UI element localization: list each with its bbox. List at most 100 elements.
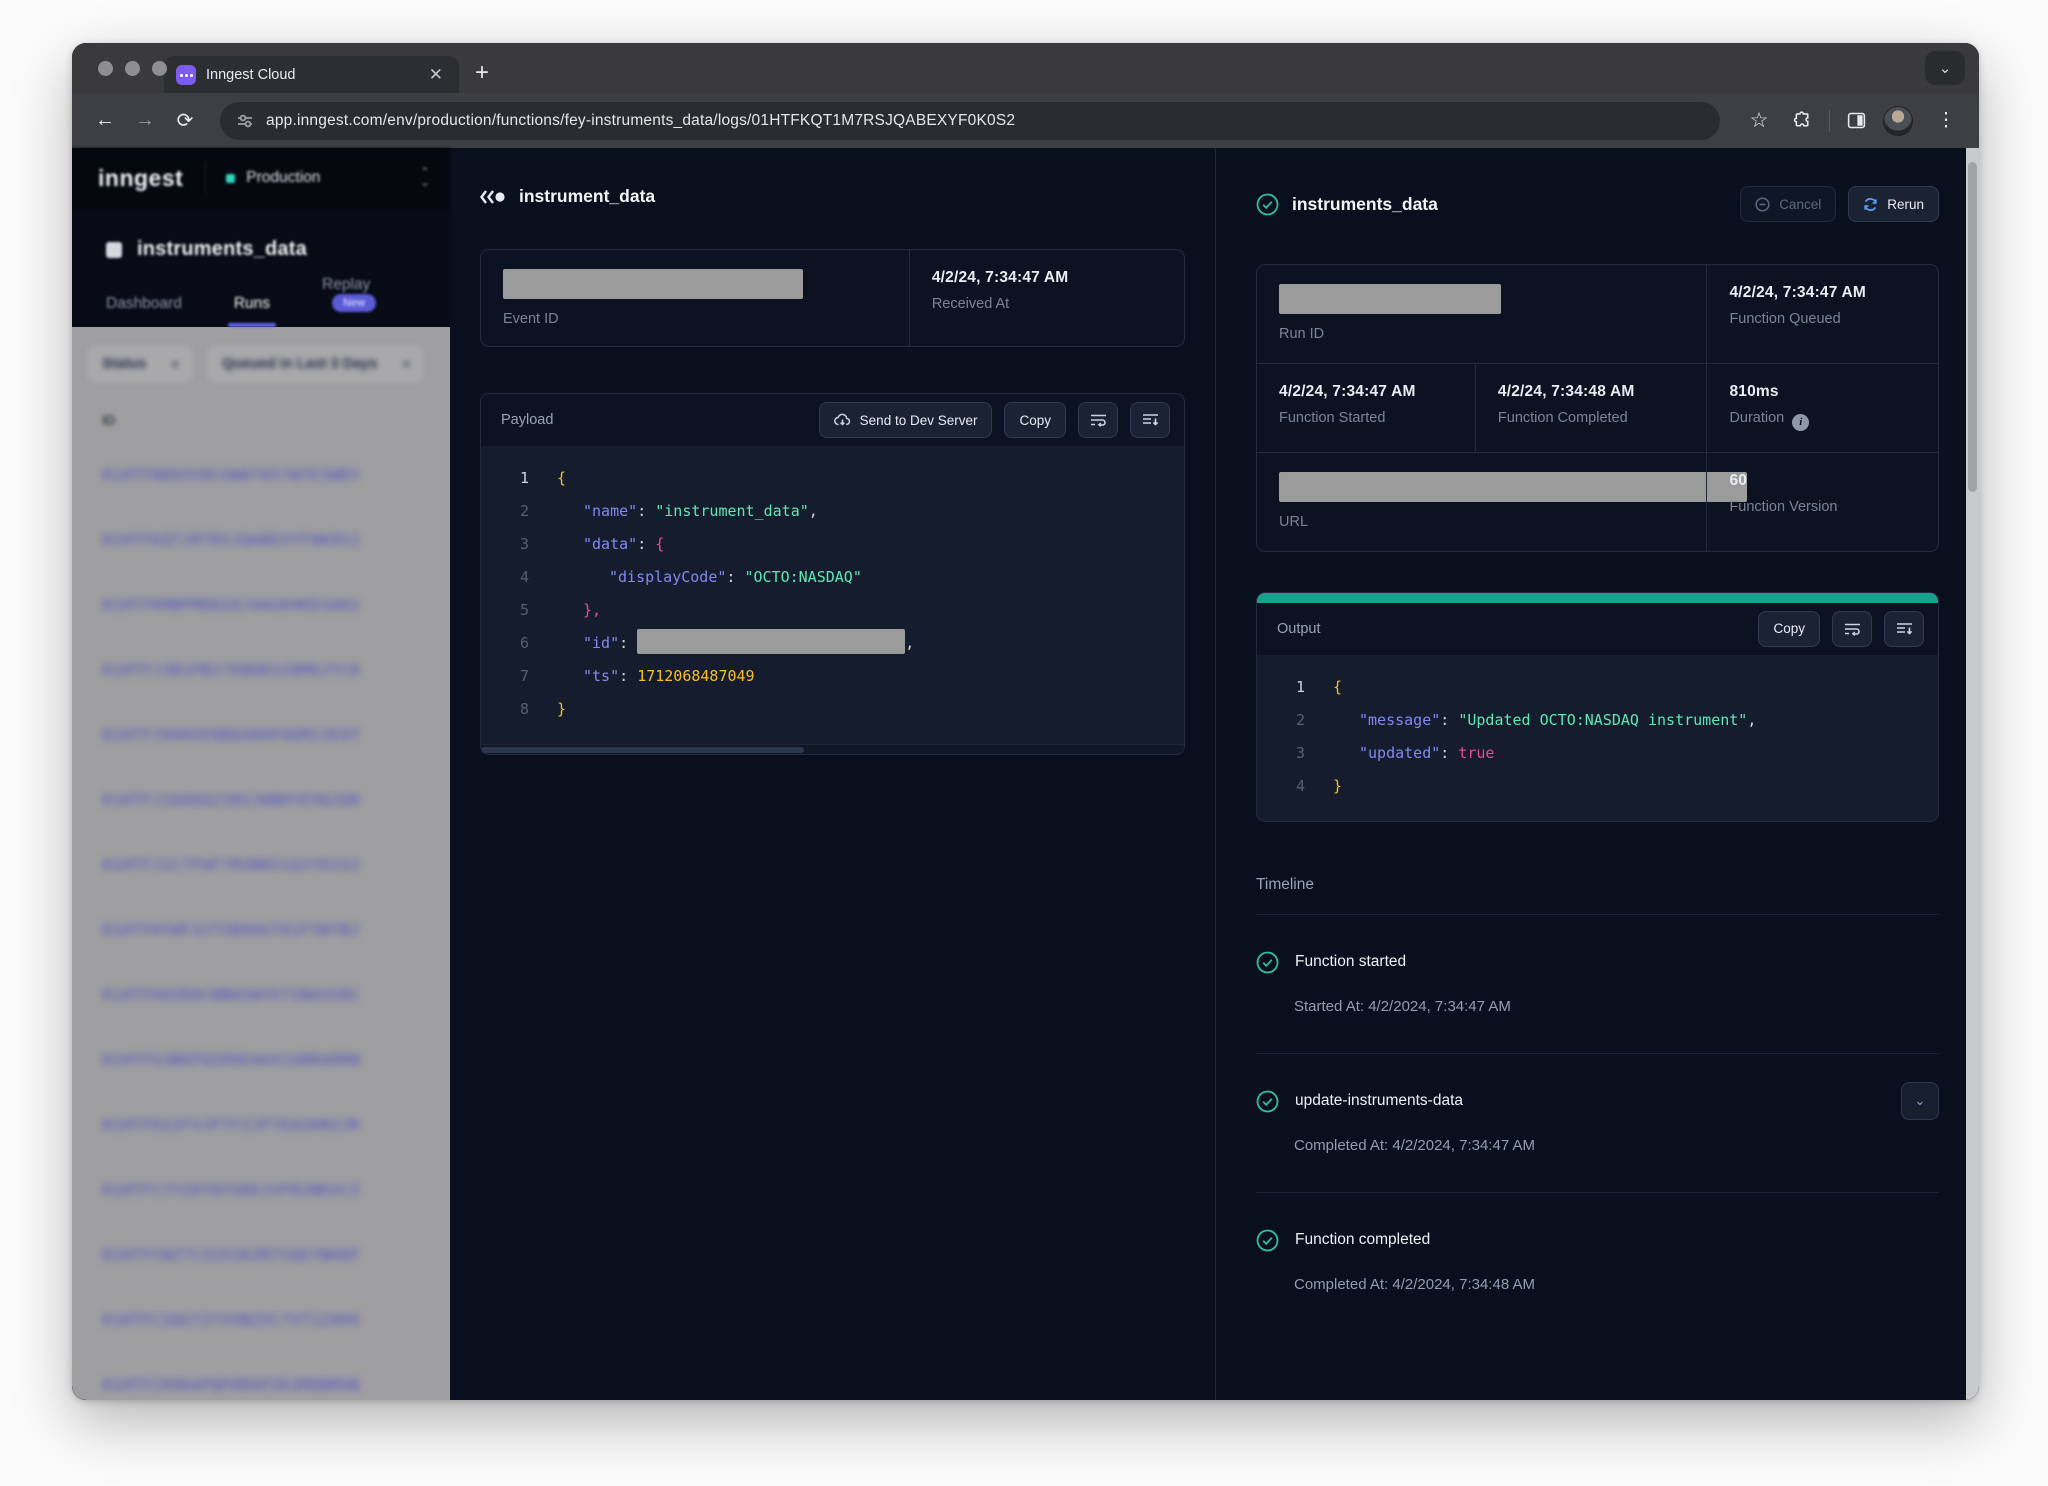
- output-header: Output: [1277, 621, 1746, 637]
- run-id-row[interactable]: 01HTFJ3B1PB27EWGK5Z0M6JYC8: [72, 637, 450, 702]
- run-id-row[interactable]: 01HTFKMBPMDDZAJ4AG04KD3A02: [72, 572, 450, 637]
- time-range-filter-dropdown[interactable]: Queued in Last 3 Days▾: [208, 345, 423, 383]
- payload-code[interactable]: 1{2"name": "instrument_data",3"data": {4…: [481, 446, 1184, 744]
- scrollbar-thumb[interactable]: [1968, 162, 1977, 492]
- reload-button[interactable]: ⟳: [168, 108, 202, 133]
- run-id-row[interactable]: 01HTFN86XV8CXW87657W7E3WDY: [72, 442, 450, 507]
- tab-dashboard[interactable]: Dashboard: [106, 295, 182, 327]
- word-wrap-icon[interactable]: [1832, 611, 1872, 647]
- redacted-value: [637, 629, 905, 654]
- rerun-icon: [1863, 197, 1878, 212]
- tab-title: Inngest Cloud: [206, 67, 415, 83]
- inngest-logo[interactable]: inngest: [98, 165, 183, 192]
- event-id-label: Event ID: [503, 311, 887, 327]
- word-wrap-icon[interactable]: [1078, 402, 1118, 438]
- code-line: 3"updated": true: [1257, 737, 1938, 770]
- cancel-button[interactable]: Cancel: [1740, 186, 1836, 222]
- run-id-row[interactable]: 01HTFJ1DA6Q238SJWNHYE9Q2Q0: [72, 767, 450, 832]
- scroll-to-bottom-icon[interactable]: [1884, 611, 1924, 647]
- code-line: 2"name": "instrument_data",: [481, 495, 1184, 528]
- timeline-expand-button[interactable]: ⌄: [1901, 1082, 1939, 1120]
- output-copy-button[interactable]: Copy: [1758, 611, 1820, 647]
- started-label: Function Started: [1279, 410, 1453, 426]
- menu-dots-icon[interactable]: ⋮: [1929, 109, 1963, 132]
- code-line: 1{: [1257, 671, 1938, 704]
- timeline-item-timestamp: Completed At: 4/2/2024, 7:34:47 AM: [1294, 1137, 1939, 1154]
- toolbar-divider: [1829, 110, 1830, 132]
- code-line: 3"data": {: [481, 528, 1184, 561]
- info-icon[interactable]: i: [1792, 414, 1809, 431]
- code-line: 6"id": ,: [481, 627, 1184, 660]
- run-title: instruments_data: [1292, 194, 1438, 215]
- run-panel: instruments_data Cancel Reru: [1215, 148, 1979, 1400]
- received-at-label: Received At: [932, 296, 1069, 312]
- send-to-dev-server-button[interactable]: Send to Dev Server: [819, 402, 993, 438]
- url-text[interactable]: app.inngest.com/env/production/functions…: [266, 112, 1015, 130]
- tab-close-icon[interactable]: ✕: [425, 64, 447, 85]
- timeline-header: Timeline: [1256, 876, 1953, 894]
- tab-replay[interactable]: ReplayNew: [322, 276, 416, 327]
- side-panel-icon[interactable]: [1846, 110, 1867, 131]
- site-settings-icon[interactable]: [236, 112, 254, 130]
- minimize-window-button[interactable]: [125, 61, 140, 76]
- url-bar[interactable]: app.inngest.com/env/production/functions…: [220, 102, 1720, 140]
- completed-label: Function Completed: [1498, 410, 1685, 426]
- run-id-row[interactable]: 01HTFKQT1M7RSJQABEXYF0K0S2: [72, 507, 450, 572]
- back-button[interactable]: ←: [88, 109, 122, 132]
- runs-list-panel: Status▾ Queued in Last 3 Days▾ ID 01HTFN…: [72, 327, 450, 1400]
- environment-unfold-icon[interactable]: ⌃⌄: [420, 168, 430, 187]
- function-name: instruments_data: [137, 238, 307, 261]
- version-value: 60: [1729, 472, 1916, 490]
- run-id-row[interactable]: 01HTFCYYZ0YQYGDKJVP82NKXCZ: [72, 1157, 450, 1222]
- timeline-item-title: update-instruments-data: [1295, 1092, 1463, 1110]
- run-id-list: 01HTFN86XV8CXW87657W7E3WDY01HTFKQT1M7RSJ…: [72, 442, 450, 1400]
- run-id-row[interactable]: 01HTFJ9HHVE0BQ48AP4DM13E9T: [72, 702, 450, 767]
- payload-header: Payload: [501, 412, 807, 428]
- code-line: 5},: [481, 594, 1184, 627]
- output-code[interactable]: 1{2"message": "Updated OCTO:NASDAQ instr…: [1257, 655, 1938, 821]
- timeline-item: Function completedCompleted At: 4/2/2024…: [1256, 1193, 1953, 1331]
- sidebar: inngest Production ⌃⌄ instruments_data D…: [72, 148, 450, 1400]
- queued-label: Function Queued: [1729, 311, 1916, 327]
- started-value: 4/2/24, 7:34:47 AM: [1279, 383, 1453, 401]
- run-id-row[interactable]: 01HTFHYWF32TSB9HGT01F5BTBJ: [72, 897, 450, 962]
- payload-copy-button[interactable]: Copy: [1004, 402, 1066, 438]
- run-id-row[interactable]: 01HTFEG3FVJP7FZJP7EA5KN3JR: [72, 1092, 450, 1157]
- browser-toolbar: ← → ⟳ app.inngest.com/env/production/fun…: [72, 93, 1979, 148]
- run-id-row[interactable]: 01HTFJ1C7FHF7RVN051Q3YD2S3: [72, 832, 450, 897]
- tab-search-chevron-icon[interactable]: ⌄: [1925, 51, 1965, 85]
- url-label: URL: [1279, 514, 1684, 530]
- scroll-to-bottom-icon[interactable]: [1130, 402, 1170, 438]
- close-window-button[interactable]: [98, 61, 113, 76]
- bookmark-star-icon[interactable]: ☆: [1742, 108, 1776, 133]
- profile-avatar[interactable]: [1883, 106, 1913, 136]
- new-tab-button[interactable]: +: [475, 59, 489, 87]
- rerun-button[interactable]: Rerun: [1848, 186, 1939, 222]
- timeline-item-title: Function started: [1295, 953, 1406, 971]
- traffic-lights[interactable]: [98, 61, 167, 76]
- function-tabs: Dashboard Runs ReplayNew: [72, 283, 450, 327]
- run-id-label: Run ID: [1279, 326, 1684, 342]
- new-badge: New: [332, 294, 376, 312]
- vertical-scrollbar[interactable]: [1966, 148, 1979, 1400]
- timeline-item-timestamp: Started At: 4/2/2024, 7:34:47 AM: [1294, 998, 1939, 1015]
- extensions-icon[interactable]: [1792, 110, 1813, 131]
- function-icon: [106, 242, 122, 258]
- zoom-window-button[interactable]: [152, 61, 167, 76]
- run-id-row[interactable]: 01HTFCWZ7CZ2X3AZM75QEYNH8F: [72, 1222, 450, 1287]
- run-id-row[interactable]: 01HTFG3BKPQSR0EAA91GBRARRN: [72, 1027, 450, 1092]
- timeline-item: update-instruments-data Completed At: 4/2…: [1256, 1054, 1953, 1192]
- run-id-row[interactable]: 01HTFCR9KAPQP0R6PZK3MQNMXB: [72, 1352, 450, 1400]
- step-success-icon: [1256, 951, 1279, 974]
- status-filter-dropdown[interactable]: Status▾: [88, 345, 192, 383]
- forward-button[interactable]: →: [128, 109, 162, 132]
- cloud-icon: [834, 413, 851, 427]
- payload-horizontal-scrollbar[interactable]: [481, 744, 1184, 754]
- inngest-favicon-icon: [176, 65, 196, 85]
- run-id-row[interactable]: 01HTFCSQG7ZYVXNZVC7VT1Z4K6: [72, 1287, 450, 1352]
- run-id-row[interactable]: 01HTFHXGR0CWNHSWYETSNAVGRC: [72, 962, 450, 1027]
- browser-tab[interactable]: Inngest Cloud ✕: [164, 56, 459, 93]
- environment-selector[interactable]: Production: [246, 169, 420, 187]
- output-success-bar: [1257, 593, 1938, 603]
- tab-runs[interactable]: Runs: [234, 295, 270, 327]
